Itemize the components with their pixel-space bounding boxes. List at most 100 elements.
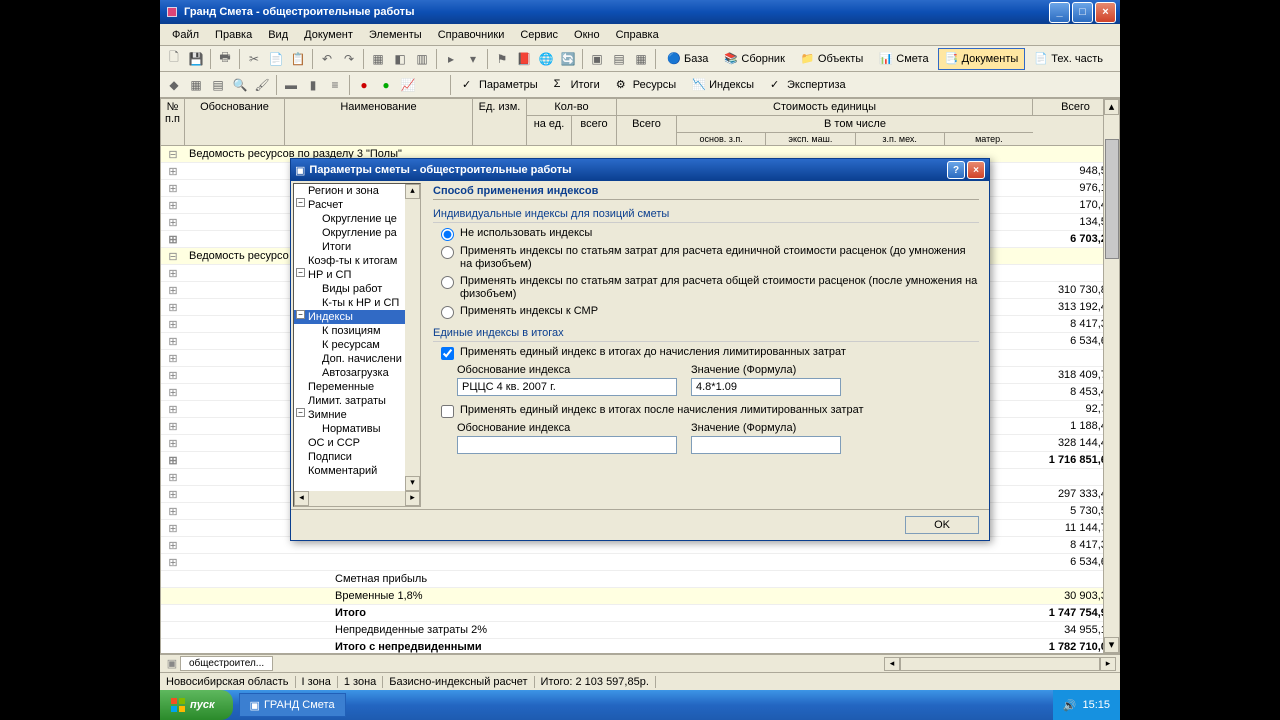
tree-okrug-tse[interactable]: Округление це [294,212,420,226]
menu-edit[interactable]: Правка [207,27,260,43]
menu-view[interactable]: Вид [260,27,296,43]
menu-elements[interactable]: Элементы [361,27,430,43]
new-icon[interactable]: 🗋 [164,49,184,69]
minimize-button[interactable]: _ [1049,2,1070,23]
radio-no-index[interactable] [441,228,454,241]
vertical-scrollbar[interactable]: ▴ ▾ [1103,99,1119,653]
scroll-thumb[interactable] [1105,139,1119,259]
brush-icon[interactable]: 🖌 [252,75,272,95]
search-icon[interactable]: 🔍 [230,75,250,95]
btn-itogi[interactable]: ΣИтоги [547,74,607,96]
dialog-help-button[interactable]: ? [947,161,965,179]
tree-okrug-ra[interactable]: Округление ра [294,226,420,240]
scroll-down-icon[interactable]: ▾ [1104,637,1119,653]
catalog-icon[interactable]: ▤ [208,75,228,95]
tree-koef[interactable]: Коэф-ты к итогам [294,254,420,268]
input-zn2[interactable] [691,436,841,454]
tree-komment[interactable]: Комментарий [294,464,420,478]
tree-hscroll[interactable]: ◂▸ [294,491,420,506]
menu-refs[interactable]: Справочники [430,27,513,43]
col-icon[interactable]: ▮ [303,75,323,95]
menu-help[interactable]: Справка [608,27,667,43]
win-icon[interactable]: ▣ [587,49,607,69]
tray-icon[interactable]: 🔊 [1063,699,1077,712]
radio-total-cost[interactable] [441,276,454,289]
btn-baza[interactable]: 🔵База [660,48,715,70]
menu-window[interactable]: Окно [566,27,608,43]
red-icon[interactable]: ● [354,75,374,95]
delete-icon[interactable]: ▾ [463,49,483,69]
hscroll-left-icon[interactable]: ◂ [884,657,900,671]
radio-unit-cost[interactable] [441,246,454,259]
redo-icon[interactable]: ↷ [339,49,359,69]
tree-vidy[interactable]: Виды работ [294,282,420,296]
green-icon[interactable]: ● [376,75,396,95]
btn-ekspertiza[interactable]: ✓Экспертиза [763,74,853,96]
web-icon[interactable]: 🌐 [536,49,556,69]
menu-service[interactable]: Сервис [512,27,566,43]
tool2-icon[interactable]: ▥ [412,49,432,69]
check-after-limit[interactable] [441,405,454,418]
btn-parametry[interactable]: ✓Параметры [455,74,545,96]
scroll-up-icon[interactable]: ▴ [1104,99,1119,115]
insert-icon[interactable]: ▸ [441,49,461,69]
tree-podpisi[interactable]: Подписи [294,450,420,464]
book-icon[interactable]: 📕 [514,49,534,69]
tree-normat[interactable]: Нормативы [294,422,420,436]
table-row[interactable]: Итого с непредвиденными1 782 710,04 [161,639,1119,654]
input-zn1[interactable] [691,378,841,396]
tree-dopnach[interactable]: Доп. начислени [294,352,420,366]
cascade-icon[interactable]: ▤ [609,49,629,69]
table-row[interactable]: Сметная прибыль [161,571,1119,588]
start-button[interactable]: пуск [160,690,233,720]
tree-region[interactable]: Регион и зона [294,184,420,198]
paste-icon[interactable]: 📋 [288,49,308,69]
tree-kty[interactable]: К-ты к НР и СП [294,296,420,310]
system-tray[interactable]: 🔊 15:15 [1053,690,1120,720]
dialog-close-button[interactable]: × [967,161,985,179]
dialog-tree[interactable]: Регион и зона −Расчет Округление це Окру… [293,183,421,507]
btn-tekhchast[interactable]: 📄Тех. часть [1027,48,1110,70]
table-row[interactable]: ⊞6 534,65 [161,554,1119,571]
refresh-icon[interactable]: 🔄 [558,49,578,69]
undo-icon[interactable]: ↶ [317,49,337,69]
tile-icon[interactable]: ▦ [631,49,651,69]
close-button[interactable]: × [1095,2,1116,23]
input-obn2[interactable] [457,436,677,454]
tree-nrsp[interactable]: НР и СП [294,268,420,282]
btn-sbornik[interactable]: 📚Сборник [717,48,792,70]
tree-ossr[interactable]: ОС и ССР [294,436,420,450]
check-before-limit[interactable] [441,347,454,360]
tree-indeksy[interactable]: Индексы [294,310,420,324]
btn-smeta[interactable]: 📊Смета [872,48,935,70]
save-icon[interactable]: 💾 [186,49,206,69]
ok-button[interactable]: OK [905,516,979,534]
btn-resursy[interactable]: ⚙Ресурсы [609,74,683,96]
tree-raschet[interactable]: Расчет [294,198,420,212]
tree-zimnie[interactable]: Зимние [294,408,420,422]
tool-icon[interactable]: ◧ [390,49,410,69]
graph-icon[interactable]: 📈 [398,75,418,95]
btn-dokumenty[interactable]: 📑Документы [938,48,1026,70]
grid-icon[interactable]: ▦ [368,49,388,69]
menu-document[interactable]: Документ [296,27,361,43]
btn-indeksy[interactable]: 📉Индексы [685,74,761,96]
tree-kres[interactable]: К ресурсам [294,338,420,352]
maximize-button[interactable]: □ [1072,2,1093,23]
tab-document[interactable]: общестроител... [180,656,273,671]
input-obn1[interactable] [457,378,677,396]
tree-avtozagr[interactable]: Автозагрузка [294,366,420,380]
row-icon[interactable]: ▬ [281,75,301,95]
taskbar-item[interactable]: ▣ ГРАНД Смета [239,693,346,717]
cut-icon[interactable]: ✂ [244,49,264,69]
tree-vscroll[interactable]: ▴▾ [405,184,420,506]
copy-icon[interactable]: 📄 [266,49,286,69]
grid2-icon[interactable]: ▦ [186,75,206,95]
table-row[interactable]: Непредвиденные затраты 2%34 955,10 [161,622,1119,639]
radio-smr[interactable] [441,306,454,319]
menu-file[interactable]: Файл [164,27,207,43]
btn-obekty[interactable]: 📁Объекты [794,48,870,70]
tree-kpoz[interactable]: К позициям [294,324,420,338]
fmt-icon[interactable]: ≡ [325,75,345,95]
flag-icon[interactable]: ⚑ [492,49,512,69]
